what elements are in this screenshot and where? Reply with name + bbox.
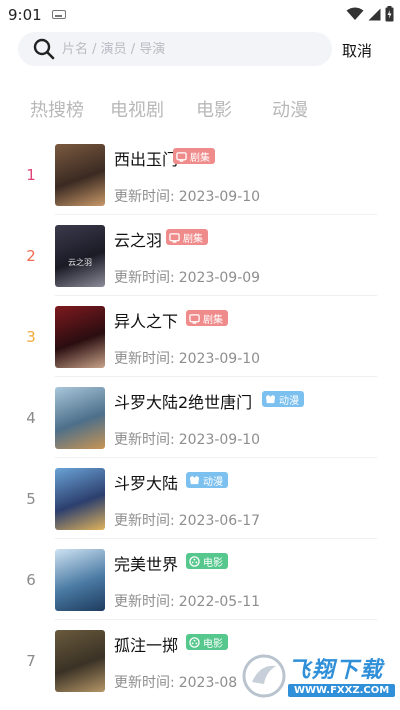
update-time: 更新时间: 2023-09-10: [114, 429, 260, 449]
poster-label: 云之羽: [68, 258, 92, 267]
category-badge: 剧集: [166, 229, 208, 245]
category-badge-label: 剧集: [190, 152, 210, 164]
item-title[interactable]: 斗罗大陆: [114, 470, 178, 494]
item-title[interactable]: 斗罗大陆2绝世唐门: [114, 389, 252, 413]
poster-image[interactable]: [55, 387, 105, 449]
list-item[interactable]: 5 斗罗大陆 动漫更新时间: 2023-06-17: [0, 458, 400, 539]
status-time: 9:01: [8, 6, 42, 24]
rank-number: 6: [26, 571, 36, 589]
poster-image[interactable]: [55, 549, 105, 611]
category-tabs: 热搜榜 电视剧 电影 动漫: [0, 96, 400, 126]
poster-image[interactable]: [55, 306, 105, 368]
category-badge: 剧集: [173, 148, 215, 164]
rank-number: 5: [26, 490, 36, 508]
update-time: 更新时间: 2023-09-10: [114, 348, 260, 368]
update-time-label: 更新时间:: [114, 270, 175, 286]
rank-number: 4: [26, 409, 36, 427]
poster-image[interactable]: [55, 630, 105, 692]
update-time-label: 更新时间:: [114, 513, 175, 529]
update-date: 2023-09-09: [178, 270, 261, 286]
category-badge: 动漫: [186, 472, 228, 488]
list-item[interactable]: 1 西出玉门 剧集更新时间: 2023-09-10: [0, 134, 400, 215]
category-badge: 电影: [186, 553, 228, 569]
series-icon: [189, 313, 200, 324]
rank-number: 1: [26, 166, 36, 184]
tab-hot-search[interactable]: 热搜榜: [30, 96, 84, 122]
tab-tv-series[interactable]: 电视剧: [110, 96, 164, 122]
item-title[interactable]: 西出玉门: [114, 146, 178, 170]
update-time-label: 更新时间:: [114, 594, 175, 610]
series-icon: [176, 151, 187, 162]
rank-number: 7: [26, 652, 36, 670]
category-badge-label: 电影: [203, 638, 223, 650]
search-input[interactable]: [62, 32, 322, 66]
watermark: 飞翔下载 WWW.FXXZ.COM: [242, 650, 396, 702]
anime-icon: [189, 475, 200, 486]
tab-movies[interactable]: 电影: [196, 96, 232, 122]
category-badge-label: 剧集: [203, 314, 223, 326]
list-item[interactable]: 4 斗罗大陆2绝世唐门 动漫更新时间: 2023-09-10: [0, 377, 400, 458]
list-item[interactable]: 2 云之羽 云之羽 剧集 更新时间: 2023-09-09: [0, 215, 400, 296]
update-date: 2023-09-10: [178, 189, 261, 205]
poster-image[interactable]: 云之羽: [55, 225, 105, 287]
update-time: 更新时间: 2023-09-10: [114, 186, 260, 206]
category-badge-label: 动漫: [279, 395, 299, 407]
search-box[interactable]: [18, 32, 332, 66]
cancel-button[interactable]: 取消: [342, 40, 372, 61]
category-badge-label: 剧集: [183, 233, 203, 245]
update-time-label: 更新时间:: [114, 432, 175, 448]
search-icon: [33, 38, 55, 60]
watermark-url: WWW.FXXZ.COM: [288, 684, 396, 697]
category-badge: 剧集: [186, 310, 228, 326]
status-bar: 9:01: [0, 0, 400, 30]
status-icons: [346, 4, 394, 24]
series-icon: [169, 232, 180, 243]
keyboard-icon: [52, 10, 66, 19]
update-time: 更新时间: 2023-06-17: [114, 510, 260, 530]
category-badge: 动漫: [262, 391, 304, 407]
item-title[interactable]: 异人之下: [114, 308, 178, 332]
update-date: 2023-09-10: [178, 351, 261, 367]
movie-icon: [189, 555, 200, 567]
category-badge-label: 动漫: [203, 476, 223, 488]
watermark-logo-icon: [242, 654, 286, 698]
movie-icon: [189, 636, 200, 648]
update-time-label: 更新时间:: [114, 351, 175, 367]
category-badge-label: 电影: [203, 557, 223, 569]
item-title[interactable]: 孤注一掷: [114, 632, 178, 656]
update-time-label: 更新时间:: [114, 675, 175, 691]
update-date: 2023-08: [178, 675, 238, 691]
anime-icon: [265, 394, 276, 405]
item-title[interactable]: 完美世界: [114, 551, 178, 575]
signal-icon: [368, 8, 381, 20]
list-item[interactable]: 3 异人之下 剧集更新时间: 2023-09-10: [0, 296, 400, 377]
category-badge: 电影: [186, 634, 228, 650]
battery-icon: [385, 6, 394, 22]
update-date: 2022-05-11: [178, 594, 261, 610]
update-time: 更新时间: 2022-05-11: [114, 591, 260, 611]
watermark-brand: 飞翔下载: [288, 658, 385, 683]
item-title[interactable]: 云之羽: [114, 227, 162, 251]
list-item[interactable]: 6 完美世界 电影更新时间: 2022-05-11: [0, 539, 400, 620]
rank-number: 3: [26, 328, 36, 346]
tab-anime[interactable]: 动漫: [272, 96, 308, 122]
update-time: 更新时间: 2023-09-09: [114, 267, 260, 287]
update-time: 更新时间: 2023-08: [114, 672, 237, 692]
wifi-icon: [346, 7, 364, 20]
poster-image[interactable]: [55, 144, 105, 206]
update-date: 2023-06-17: [178, 513, 261, 529]
rank-number: 2: [26, 247, 36, 265]
update-date: 2023-09-10: [178, 432, 261, 448]
poster-image[interactable]: [55, 468, 105, 530]
update-time-label: 更新时间:: [114, 189, 175, 205]
